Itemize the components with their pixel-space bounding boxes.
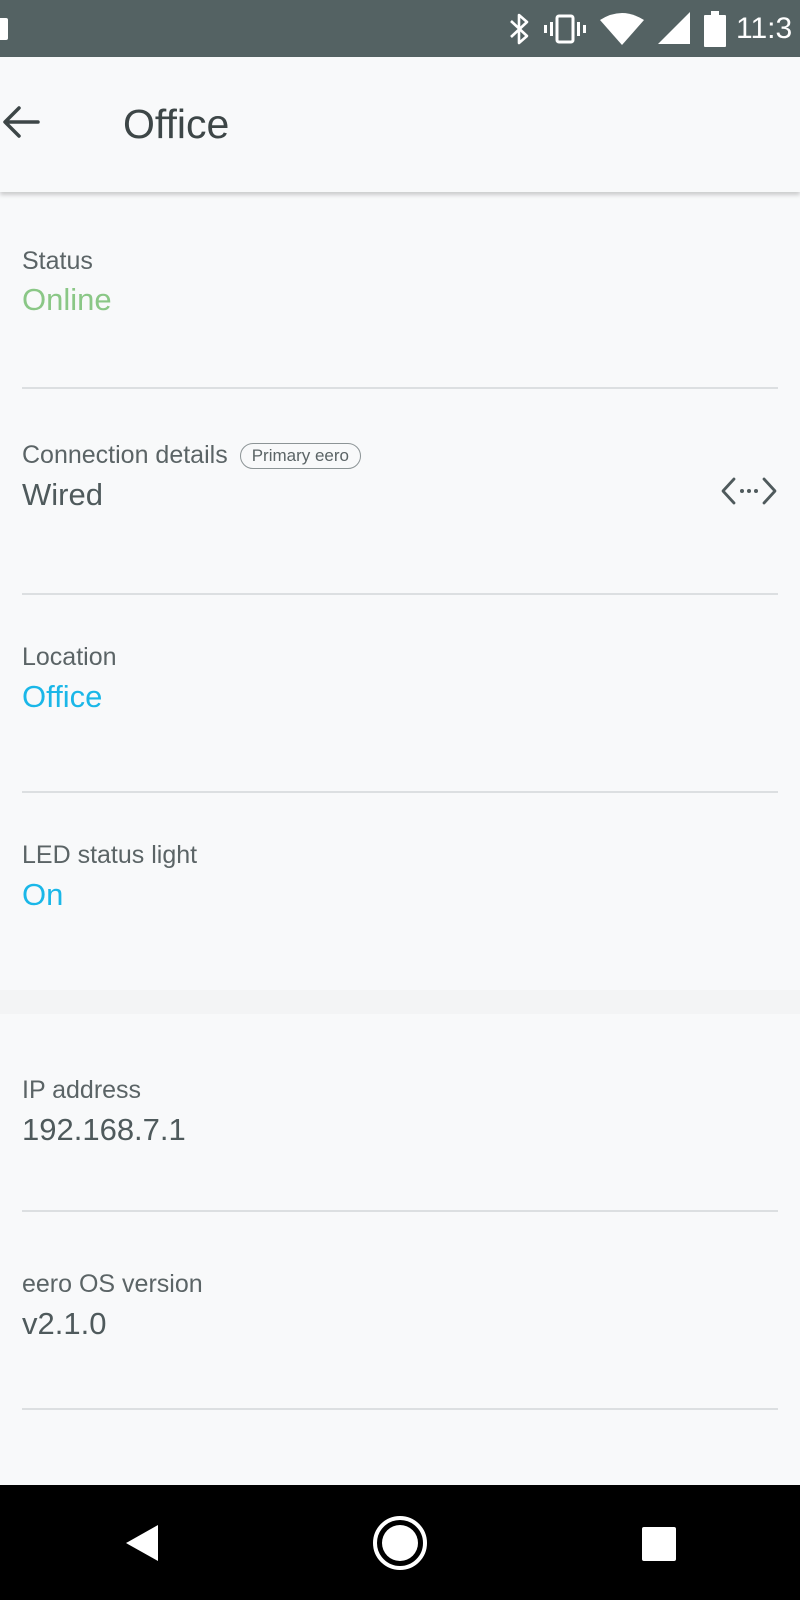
divider	[22, 1408, 778, 1410]
location-value[interactable]: Office	[22, 679, 102, 715]
connection-label-group: Connection details Primary eero	[22, 441, 362, 470]
ip-value: 192.168.7.1	[22, 1112, 186, 1147]
notification-icon	[0, 18, 8, 40]
navigation-bar	[0, 1485, 800, 1600]
led-value[interactable]: On	[22, 877, 63, 913]
os-value: v2.1.0	[22, 1306, 107, 1341]
ip-label: IP address	[22, 1076, 142, 1104]
app-bar: Office	[0, 57, 800, 192]
divider	[22, 1210, 778, 1212]
divider	[22, 593, 778, 595]
battery-icon	[704, 10, 726, 47]
recents-square-icon[interactable]	[641, 1526, 677, 1562]
status-bar: 11:3	[0, 0, 800, 57]
back-triangle-icon[interactable]	[124, 1523, 160, 1563]
status-label: Status	[22, 247, 93, 275]
arrow-left-icon	[3, 106, 40, 138]
location-label: Location	[22, 643, 117, 671]
vibrate-icon	[544, 14, 586, 43]
home-circle-icon[interactable]	[372, 1515, 428, 1571]
cell-signal-icon	[658, 11, 690, 44]
os-label: eero OS version	[22, 1270, 203, 1298]
primary-eero-badge: Primary eero	[239, 442, 362, 469]
led-label: LED status light	[22, 841, 198, 869]
status-value: Online	[22, 282, 112, 317]
connection-label: Connection details	[22, 441, 228, 469]
connection-value: Wired	[22, 477, 103, 512]
section-separator	[0, 990, 800, 1014]
clock: 11:3	[736, 11, 793, 45]
page-title: Office	[123, 101, 230, 147]
wifi-icon	[600, 12, 644, 45]
status-icons	[508, 10, 726, 47]
back-button[interactable]	[0, 100, 44, 144]
divider	[22, 387, 778, 389]
code-brackets-icon	[721, 477, 777, 505]
divider	[22, 791, 778, 793]
bluetooth-icon	[510, 13, 529, 44]
